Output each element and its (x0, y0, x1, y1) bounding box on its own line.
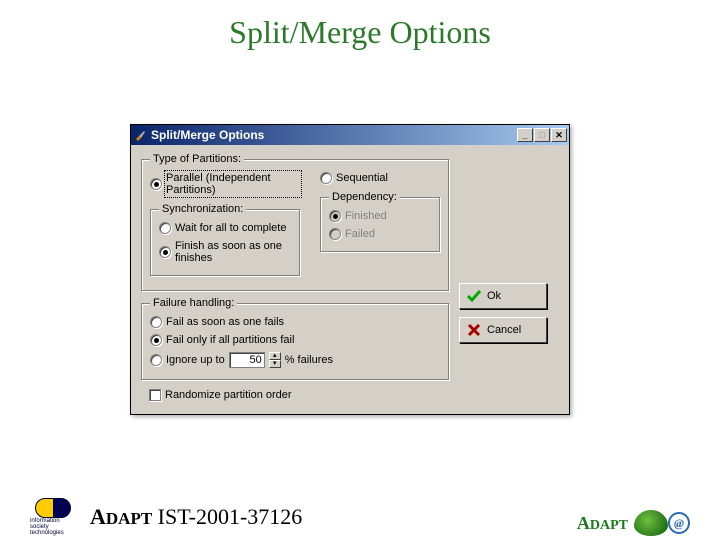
brand-block: ADAPT @ (577, 510, 690, 536)
sync-group: Synchronization: Wait for all to complet… (150, 203, 300, 276)
spin-down-icon[interactable]: ▾ (269, 360, 281, 368)
radio-icon (150, 316, 162, 328)
spinner-buttons[interactable]: ▴ ▾ (269, 352, 281, 368)
partitions-legend: Type of Partitions: (150, 153, 244, 165)
ist-logo-label: information society technologies (30, 518, 76, 536)
radio-parallel[interactable]: Parallel (Independent Partitions) (150, 169, 300, 199)
brand-label: ADAPT (577, 513, 628, 534)
cancel-button[interactable]: Cancel (459, 317, 547, 343)
radio-icon (329, 228, 341, 240)
radio-dep-finished: Finished (329, 207, 431, 225)
radio-label: Wait for all to complete (175, 222, 286, 234)
project-label: ADAPT IST-2001-37126 (90, 504, 302, 530)
button-label: Cancel (487, 324, 521, 336)
paintbrush-icon (133, 128, 147, 142)
radio-label: Sequential (336, 172, 388, 184)
window-title: Split/Merge Options (151, 128, 517, 142)
checkbox-label: Randomize partition order (165, 389, 292, 401)
radio-wait-all[interactable]: Wait for all to complete (159, 219, 291, 237)
ignore-suffix-label: % failures (285, 354, 333, 366)
ignore-value-input[interactable]: 50 (229, 352, 265, 368)
globe-icon (634, 510, 668, 536)
radio-ignore-upto[interactable]: Ignore up to 50 ▴ ▾ % failures (150, 349, 440, 371)
radio-label: Failed (345, 228, 375, 240)
radio-icon (320, 172, 332, 184)
radio-label: Finished (345, 210, 387, 222)
radio-icon (329, 210, 341, 222)
failure-group: Failure handling: Fail as soon as one fa… (141, 297, 449, 380)
dependency-group: Dependency: Finished Failed (320, 191, 440, 252)
partitions-group: Type of Partitions: Parallel (Independen… (141, 153, 449, 291)
dialog-content: Type of Partitions: Parallel (Independen… (131, 145, 569, 414)
checkbox-randomize[interactable]: Randomize partition order (141, 386, 449, 404)
radio-fail-one[interactable]: Fail as soon as one fails (150, 313, 440, 331)
maximize-button[interactable]: □ (534, 128, 550, 142)
radio-icon (159, 222, 171, 234)
radio-finish-one[interactable]: Finish as soon as one finishes (159, 237, 291, 267)
radio-dep-failed: Failed (329, 225, 431, 243)
close-button[interactable]: ✕ (551, 128, 567, 142)
dependency-legend: Dependency: (329, 191, 400, 203)
slide-title: Split/Merge Options (0, 14, 720, 51)
sync-legend: Synchronization: (159, 203, 246, 215)
spin-up-icon[interactable]: ▴ (269, 352, 281, 360)
titlebar[interactable]: Split/Merge Options _ □ ✕ (131, 125, 569, 145)
radio-icon (159, 246, 171, 258)
button-label: Ok (487, 290, 501, 302)
radio-label: Fail only if all partitions fail (166, 334, 294, 346)
at-icon: @ (668, 512, 690, 534)
radio-label: Fail as soon as one fails (166, 316, 284, 328)
radio-icon (150, 334, 162, 346)
slide-footer: information society technologies ADAPT I… (0, 498, 720, 536)
ok-button[interactable]: Ok (459, 283, 547, 309)
radio-icon (150, 354, 162, 366)
radio-label: Finish as soon as one finishes (175, 240, 291, 264)
window-controls: _ □ ✕ (517, 128, 567, 142)
radio-fail-all[interactable]: Fail only if all partitions fail (150, 331, 440, 349)
radio-icon (150, 178, 162, 190)
radio-label: Ignore up to (166, 354, 225, 366)
dialog-window: Split/Merge Options _ □ ✕ Type of Partit… (130, 124, 570, 415)
checkbox-icon (149, 389, 161, 401)
failure-legend: Failure handling: (150, 297, 237, 309)
radio-sequential[interactable]: Sequential (320, 169, 440, 187)
cross-icon (466, 322, 482, 338)
check-icon (466, 288, 482, 304)
ist-logo-icon: information society technologies (30, 498, 76, 536)
radio-label: Parallel (Independent Partitions) (166, 172, 300, 196)
minimize-button[interactable]: _ (517, 128, 533, 142)
